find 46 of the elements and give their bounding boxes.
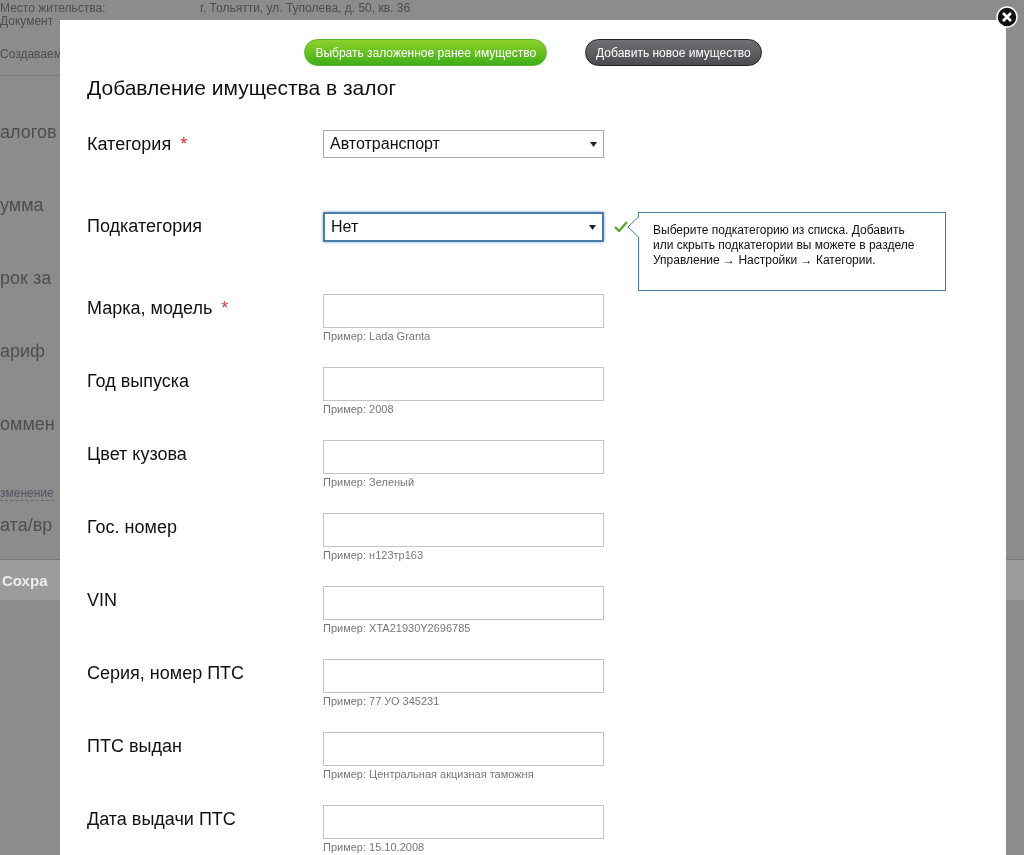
field-label: умма: [0, 194, 44, 217]
tooltip-text: Выберите подкатегорию из списка. Добавить или скрыть подкатегории вы можете в разделе Управление → Настройки → Категории.: [653, 223, 915, 267]
field-label: Год выпуска: [87, 371, 189, 391]
caret-icon: [589, 224, 596, 230]
dialog-title: Добавление имущества в залог: [87, 76, 398, 100]
field-hint: Пример: 77 УО 345231: [323, 695, 441, 707]
info-label: Место жительства:: [0, 2, 107, 15]
select-field[interactable]: Нет: [323, 212, 604, 242]
field-hint: Пример: 15.10.2008: [323, 841, 426, 853]
field-label: Категория: [87, 134, 172, 154]
close-icon[interactable]: [996, 6, 1018, 28]
required-mark: *: [180, 134, 188, 154]
select-field[interactable]: Автотранспорт: [323, 130, 604, 158]
field-hint: Пример: 2008: [323, 403, 395, 415]
field-label: ата/вр: [0, 514, 53, 537]
field-label: Дата выдачи ПТС: [87, 809, 236, 829]
input-field[interactable]: [323, 367, 604, 401]
field-hint: Пример: XTA21930Y2696785: [323, 622, 472, 634]
add-new-button[interactable]: Добавить новое имущество: [585, 39, 762, 66]
field-label: алогов: [0, 121, 57, 144]
input-field[interactable]: [323, 586, 604, 620]
input-field[interactable]: [323, 440, 604, 474]
caret-icon: [590, 141, 597, 147]
field-hint: Пример: н123тр163: [323, 549, 424, 561]
input-field[interactable]: [323, 294, 604, 328]
field-label: рок за: [0, 267, 52, 290]
input-field[interactable]: [323, 732, 604, 766]
field-label: Гос. номер: [87, 517, 177, 537]
field-label: Цвет кузова: [87, 444, 187, 464]
input-field[interactable]: [323, 659, 604, 693]
field-hint: Пример: Зеленый: [323, 476, 416, 488]
field-label: оммен: [0, 413, 55, 436]
field-label: Серия, номер ПТС: [87, 663, 245, 683]
page-caption: Создаваем: [0, 47, 62, 61]
input-field[interactable]: [323, 805, 604, 839]
field-hint: Пример: Центральная акцизная таможня: [323, 768, 535, 780]
field-label: Марка, модель: [87, 298, 213, 318]
field-label: ариф: [0, 340, 45, 363]
input-field[interactable]: [323, 513, 604, 547]
field-label: VIN: [87, 590, 117, 610]
field-label: Подкатегория: [87, 216, 202, 236]
field-hint: Пример: Lada Granta: [323, 330, 432, 342]
required-mark: *: [221, 298, 229, 318]
field-label: ПТС выдан: [87, 736, 182, 756]
info-label: Документ: [0, 15, 55, 28]
info-value: г. Тольятти, ул. Туполева, д. 50, кв. 36: [200, 2, 411, 15]
